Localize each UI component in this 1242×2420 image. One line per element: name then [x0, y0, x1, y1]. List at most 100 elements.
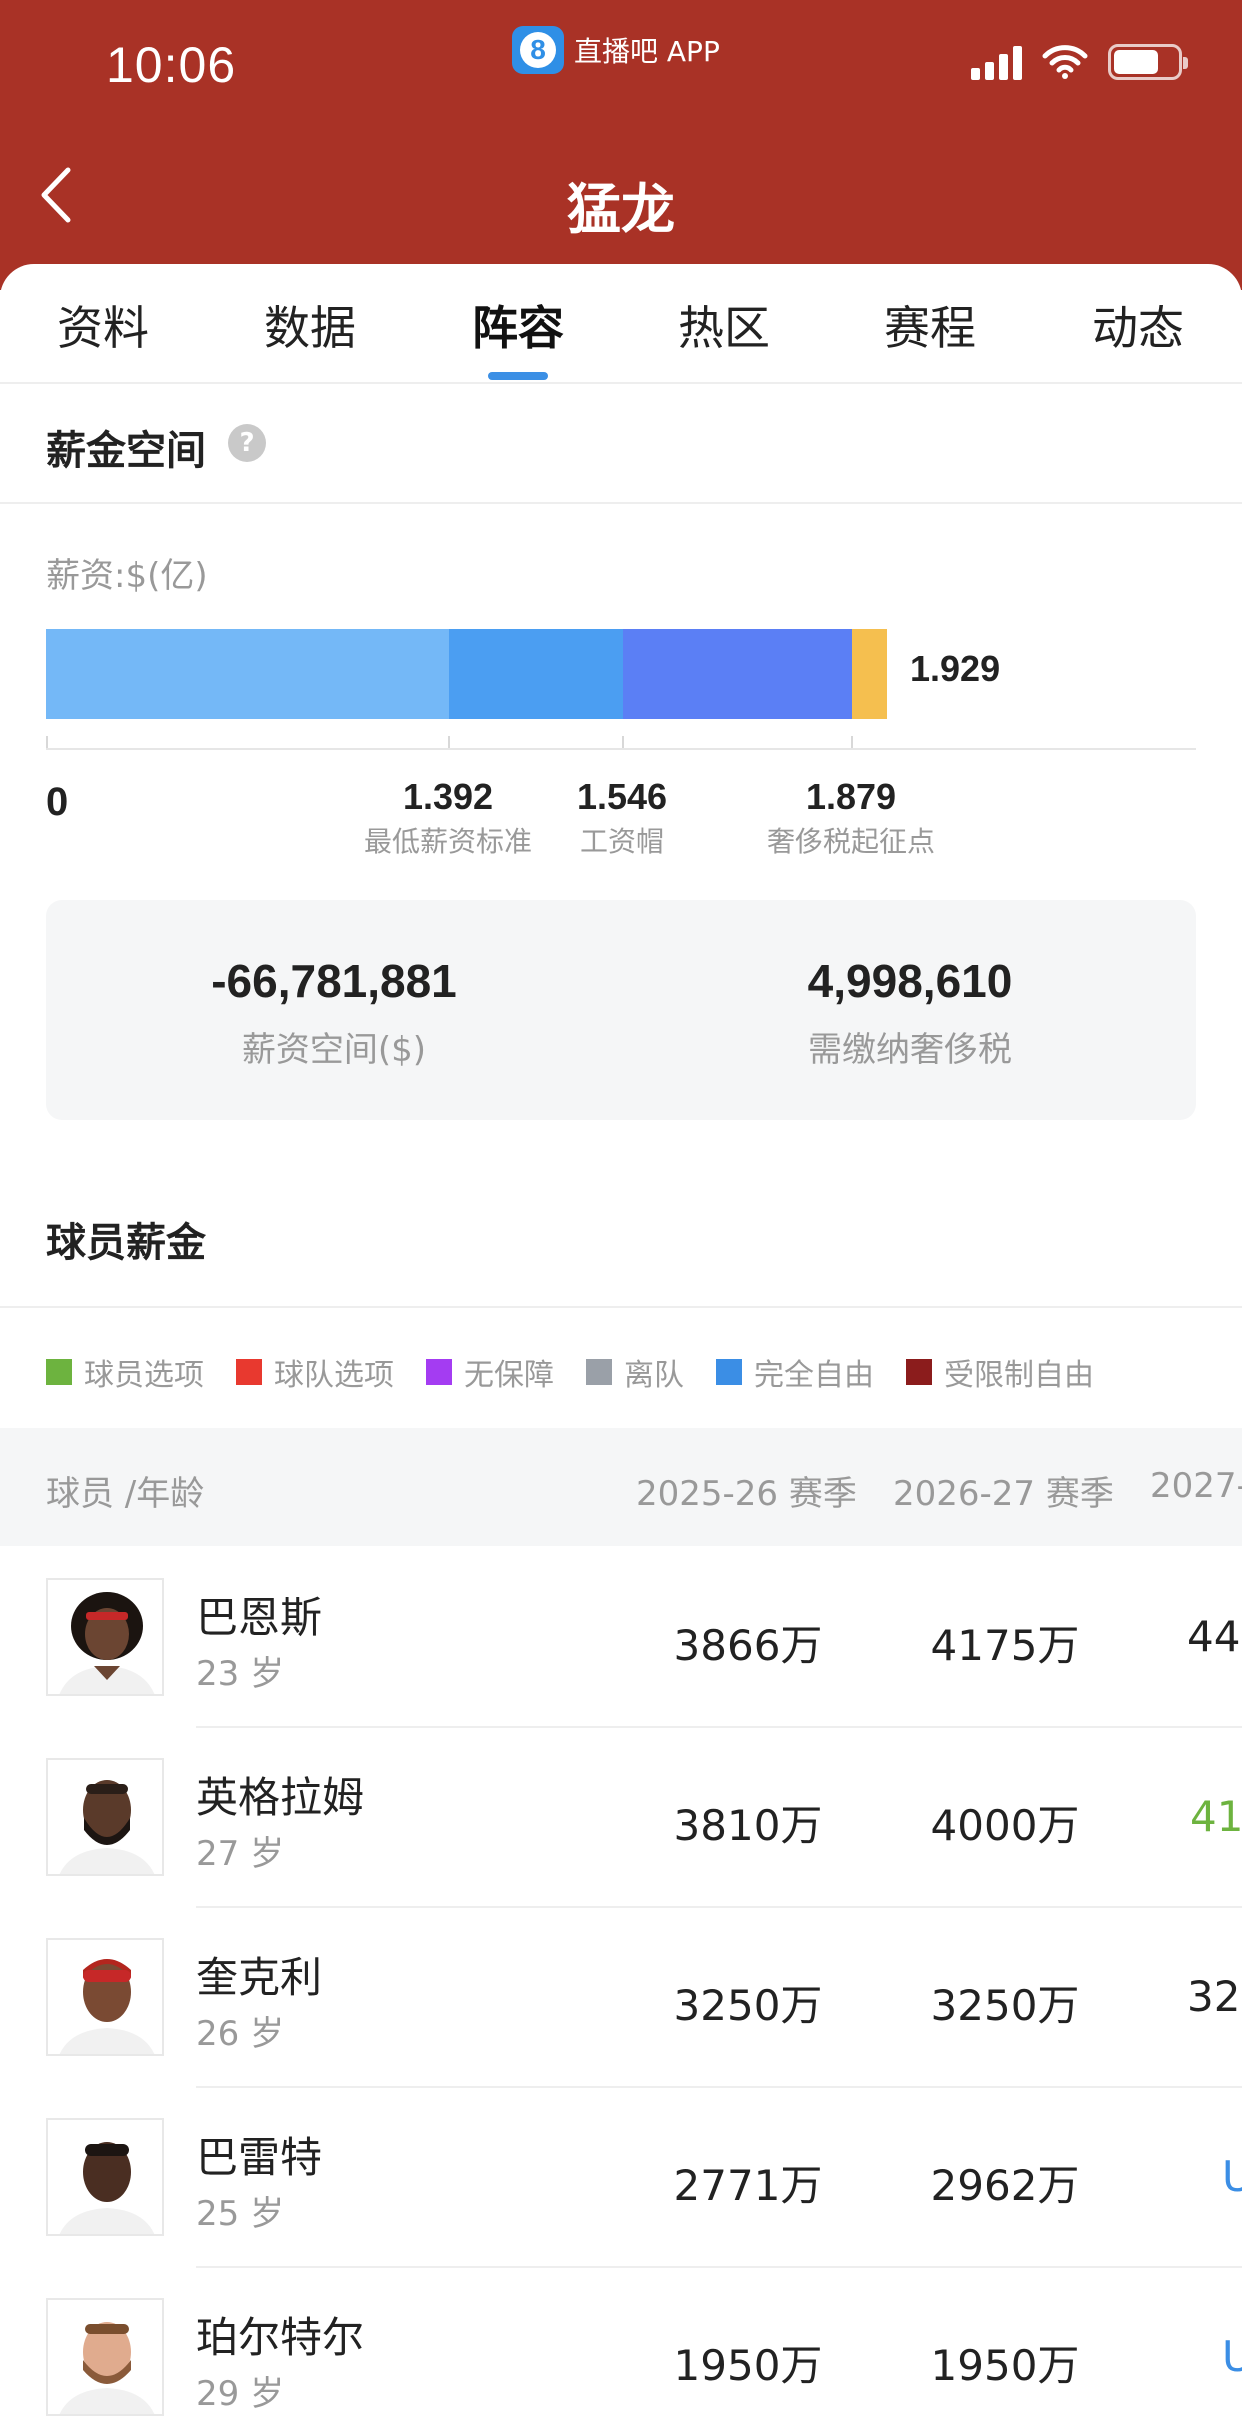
salary-2027-28: U: [1222, 2152, 1242, 2201]
column-season-2026-27: 2026-27 赛季: [893, 1474, 1114, 1514]
battery-icon: [1108, 44, 1188, 80]
player-age: 29 岁: [196, 2374, 285, 2414]
player-age: 23 岁: [196, 1654, 285, 1694]
salary-axis: [46, 748, 1196, 750]
threshold-luxury-tax: 1.879 奢侈税起征点: [741, 776, 961, 860]
salary-2027-28: 44: [1187, 1612, 1241, 1661]
app-header: 10:06 8 直播吧 APP 猛龙: [0, 0, 1242, 290]
legend-swatch: [906, 1359, 932, 1385]
salary-2027-28: 32: [1187, 1972, 1241, 2021]
legend-swatch: [236, 1359, 262, 1385]
player-avatar: [46, 2118, 164, 2236]
threshold-label: 工资帽: [579, 825, 664, 858]
salary-2026-27: 4175万: [930, 1621, 1080, 1670]
legend-departed: 离队: [586, 1350, 684, 1394]
legend-team-option: 球队选项: [236, 1350, 394, 1394]
salary-2025-26: 3250万: [673, 1981, 823, 2030]
section-divider: [0, 502, 1242, 504]
legend-unrestricted-fa: 完全自由: [716, 1350, 874, 1394]
legend-swatch: [586, 1359, 612, 1385]
salary-2027-28: U: [1222, 2332, 1242, 2381]
salary-2025-26: 3810万: [673, 1801, 823, 1850]
luxury-tax-value: 4,998,610: [807, 955, 1013, 1007]
player-age: 26 岁: [196, 2014, 285, 2054]
threshold-salary-cap: 1.546 工资帽: [512, 776, 732, 860]
player-name: 珀尔特尔: [196, 2313, 365, 2362]
threshold-label: 奢侈税起征点: [766, 825, 935, 858]
section-divider: [0, 1306, 1242, 1308]
tab-info[interactable]: 资料: [3, 292, 203, 358]
help-icon[interactable]: ?: [228, 424, 266, 462]
table-row[interactable]: 英格拉姆 27 岁 3810万 4000万 419: [0, 1728, 1242, 1908]
salary-2025-26: 3866万: [673, 1621, 823, 1670]
tab-news[interactable]: 动态: [1038, 292, 1238, 358]
axis-zero-label: 0: [46, 780, 69, 824]
app-logo-icon: 8: [512, 26, 564, 74]
salary-2026-27: 1950万: [930, 2341, 1080, 2390]
salary-2026-27: 3250万: [930, 1981, 1080, 2030]
threshold-value: 1.879: [805, 776, 897, 817]
tab-roster[interactable]: 阵容: [418, 292, 618, 358]
table-row[interactable]: 奎克利 26 岁 3250万 3250万 32: [0, 1908, 1242, 2088]
bar-segment-cap: [449, 629, 623, 719]
salary-table-header: 球员 /年龄 2025-26 赛季 2026-27 赛季 2027-: [0, 1428, 1242, 1546]
status-app-name: 直播吧 APP: [574, 35, 720, 68]
axis-tick: [46, 736, 48, 748]
tab-active-indicator: [488, 372, 548, 380]
legend-player-option: 球员选项: [46, 1350, 204, 1394]
column-player-age: 球员 /年龄: [46, 1474, 205, 1514]
contract-legend: 球员选项 球队选项 无保障 离队 完全自由 受限制自由: [46, 1350, 1126, 1394]
player-name: 巴恩斯: [196, 1593, 323, 1642]
legend-swatch: [716, 1359, 742, 1385]
table-row[interactable]: 巴雷特 25 岁 2771万 2962万 U: [0, 2088, 1242, 2268]
player-name: 英格拉姆: [196, 1773, 365, 1822]
bar-segment-min: [46, 629, 449, 719]
player-age: 25 岁: [196, 2194, 285, 2234]
cap-space-summary: -66,781,881 薪资空间($): [74, 954, 594, 1071]
column-season-2025-26: 2025-26 赛季: [636, 1474, 857, 1514]
salary-2026-27: 2962万: [930, 2161, 1080, 2210]
status-time: 10:06: [106, 37, 237, 93]
salary-2025-26: 1950万: [673, 2341, 823, 2390]
tab-stats[interactable]: 数据: [210, 292, 410, 358]
legend-non-guaranteed: 无保障: [426, 1350, 554, 1394]
legend-restricted-fa: 受限制自由: [906, 1350, 1094, 1394]
salary-summary-box: -66,781,881 薪资空间($) 4,998,610 需缴纳奢侈税: [46, 900, 1196, 1120]
player-avatar: [46, 1938, 164, 2056]
player-name: 巴雷特: [196, 2133, 323, 2182]
player-avatar: [46, 2298, 164, 2416]
salary-2026-27: 4000万: [930, 1801, 1080, 1850]
axis-tick: [851, 736, 853, 748]
cap-space-value: -66,781,881: [211, 955, 457, 1007]
table-row[interactable]: 珀尔特尔 29 岁 1950万 1950万 U: [0, 2268, 1242, 2420]
wifi-icon: [1042, 45, 1088, 79]
axis-tick: [448, 736, 450, 748]
player-avatar: [46, 1758, 164, 1876]
legend-swatch: [46, 1359, 72, 1385]
salary-2027-28: 419: [1190, 1792, 1242, 1841]
tab-schedule[interactable]: 赛程: [830, 292, 1030, 358]
luxury-tax-label: 需缴纳奢侈税: [808, 1030, 1012, 1070]
page-title: 猛龙: [567, 178, 675, 241]
player-age: 27 岁: [196, 1834, 285, 1874]
table-row[interactable]: 巴恩斯 23 岁 3866万 4175万 44: [0, 1548, 1242, 1728]
axis-tick: [622, 736, 624, 748]
legend-swatch: [426, 1359, 452, 1385]
player-name: 奎克利: [196, 1953, 323, 2002]
cap-space-label: 薪资空间($): [241, 1030, 427, 1070]
salary-2025-26: 2771万: [673, 2161, 823, 2210]
salary-space-title: 薪金空间: [46, 428, 206, 474]
threshold-value: 1.546: [576, 776, 668, 817]
bar-segment-over: [852, 629, 887, 719]
cellular-signal-icon: [971, 44, 1022, 80]
luxury-tax-summary: 4,998,610 需缴纳奢侈税: [650, 954, 1170, 1071]
player-avatar: [46, 1578, 164, 1696]
column-season-2027: 2027-: [1150, 1466, 1242, 1506]
status-icons: [971, 44, 1188, 80]
team-tabs: 资料 数据 阵容 热区 赛程 动态: [0, 264, 1242, 384]
salary-unit-label: 薪资:$(亿): [46, 556, 208, 596]
status-app-badge: 8 直播吧 APP: [512, 26, 720, 74]
salary-total-value: 1.929: [910, 648, 1001, 689]
tab-hotzone[interactable]: 热区: [624, 292, 824, 358]
bar-segment-tax: [623, 629, 852, 719]
